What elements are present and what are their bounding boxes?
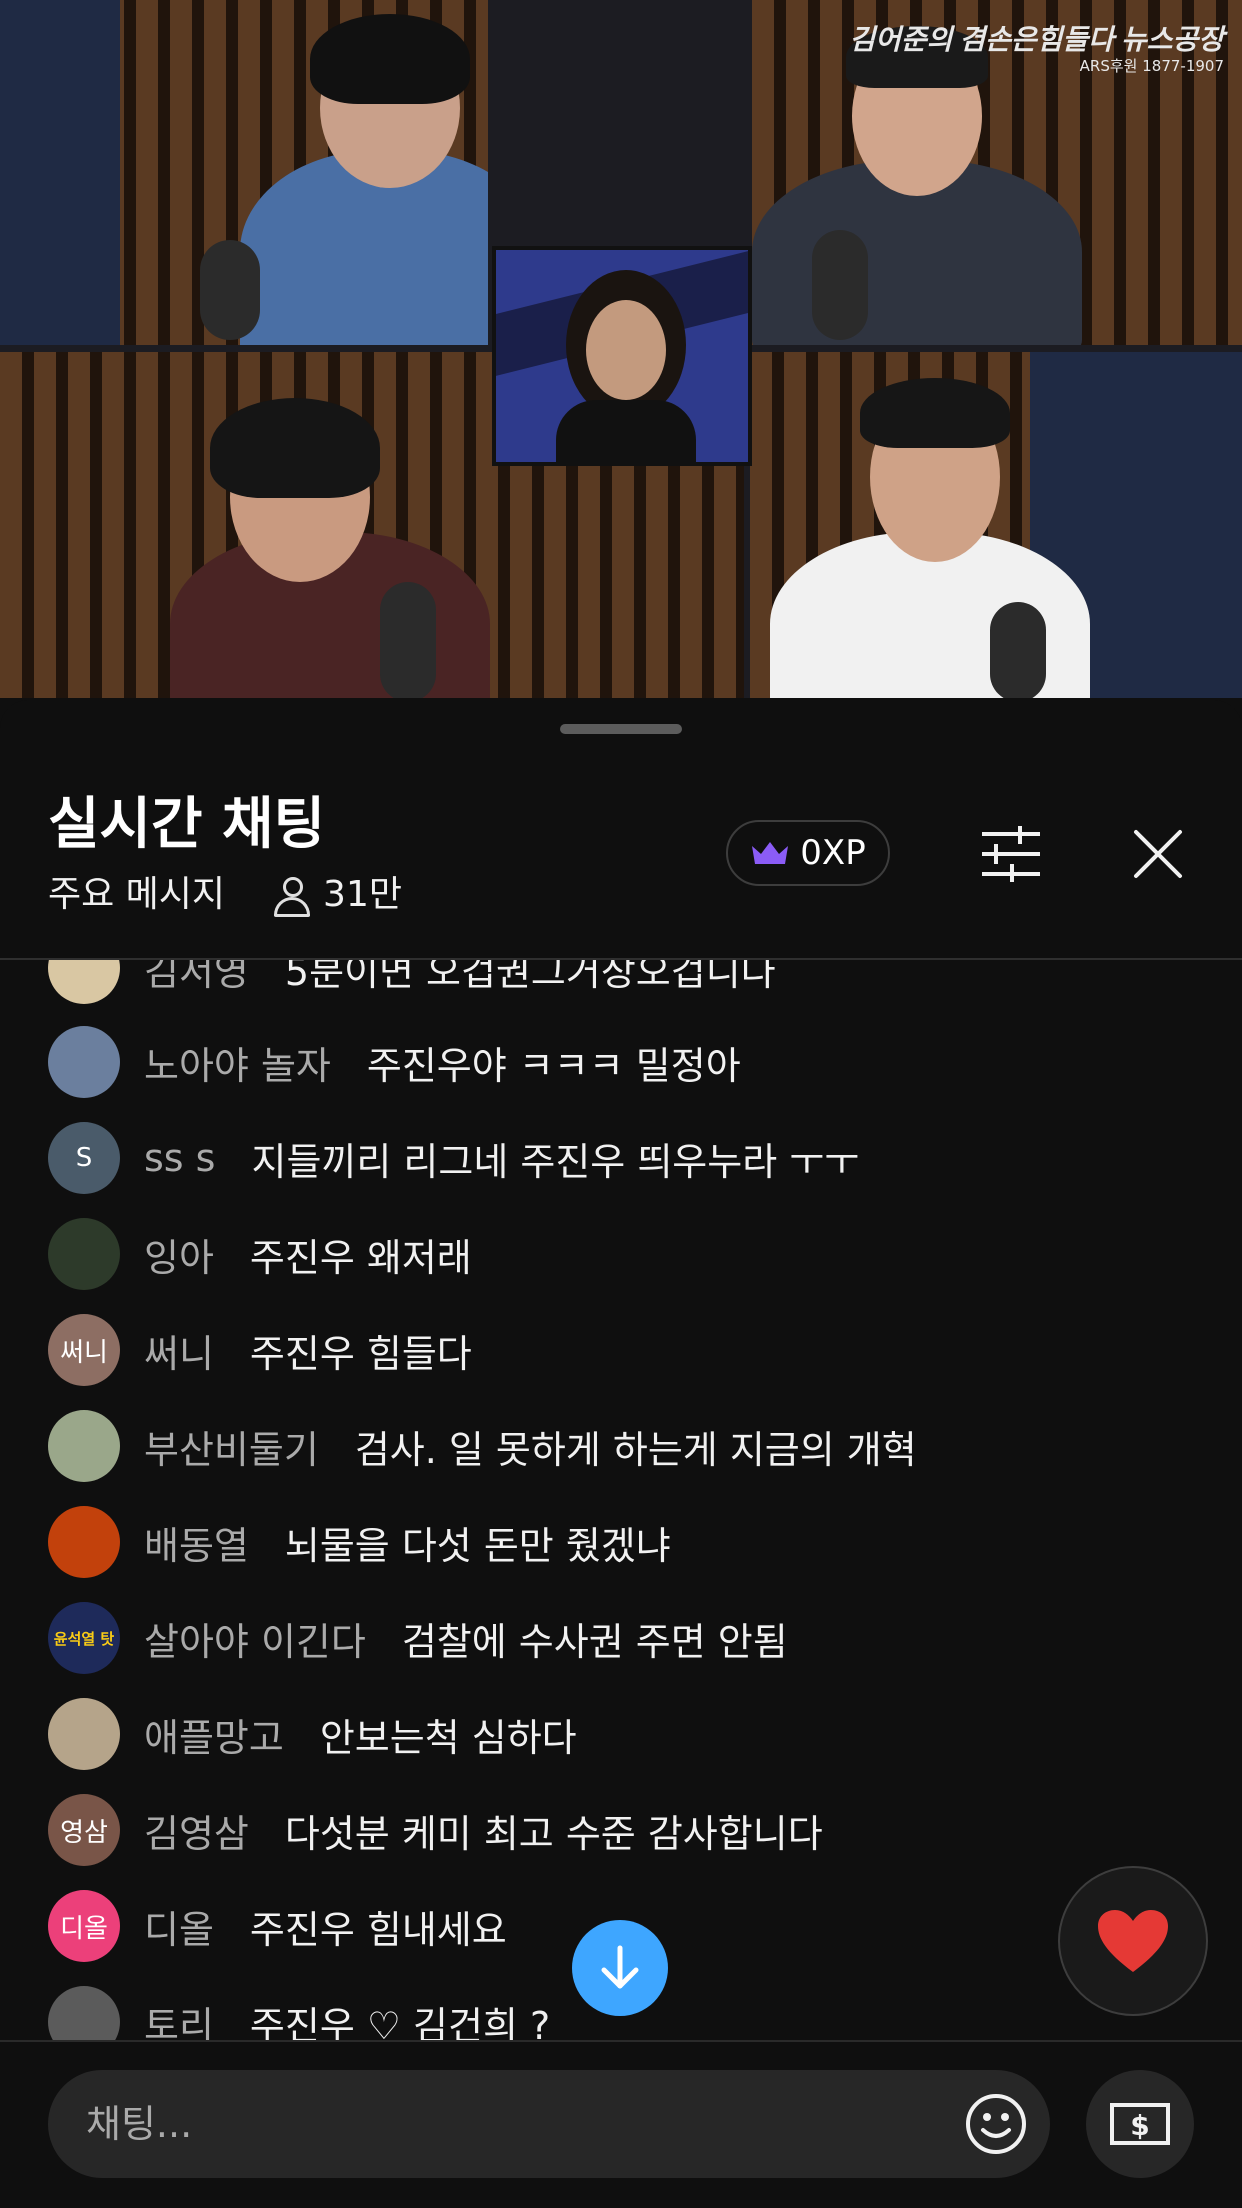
message-author[interactable]: 김영삼	[144, 1803, 249, 1858]
message-text: 안보는척 심하다	[319, 1715, 577, 1760]
video-inset-host	[492, 246, 752, 466]
input-divider	[0, 2040, 1242, 2042]
filter-sliders-icon[interactable]	[982, 826, 1040, 882]
chat-message[interactable]: 배동열 뇌물을 다섯 돈만 줬겠냐	[48, 1506, 671, 1578]
chat-message[interactable]: 써니 써니 주진우 힘들다	[48, 1314, 472, 1386]
chat-message[interactable]: 잉아 주진우 왜저래	[48, 1218, 472, 1290]
message-author[interactable]: 살아야 이긴다	[144, 1611, 366, 1666]
chat-message[interactable]: 영삼 김영삼 다섯분 케미 최고 수준 감사합니다	[48, 1794, 823, 1866]
avatar[interactable]	[48, 1506, 120, 1578]
chat-message[interactable]: 윤석열 탓 살아야 이긴다 검찰에 수사권 주면 안됨	[48, 1602, 788, 1674]
message-author[interactable]: 디올	[144, 1899, 214, 1954]
video-panel-top-left	[0, 0, 488, 345]
close-icon[interactable]	[1130, 826, 1186, 882]
message-text: 다섯분 케미 최고 수준 감사합니다	[284, 1811, 823, 1856]
live-video-player[interactable]: 김어준의 겸손은힘들다 뉴스공장 ARS후원 1877-1907	[0, 0, 1242, 698]
message-text: 검찰에 수사권 주면 안됨	[401, 1619, 788, 1664]
avatar[interactable]: S	[48, 1122, 120, 1194]
chat-input-box[interactable]	[48, 2070, 1050, 2178]
message-text: 검사. 일 못하게 하는게 지금의 개혁	[354, 1427, 917, 1472]
crown-icon	[752, 842, 789, 864]
chat-message[interactable]: 디올 디올 주진우 힘내세요	[48, 1890, 507, 1962]
avatar[interactable]	[48, 1218, 120, 1290]
message-author[interactable]: ss s	[144, 1136, 215, 1180]
chat-message[interactable]: 애플망고 안보는척 심하다	[48, 1698, 577, 1770]
chat-message[interactable]: S ss s 지들끼리 리그네 주진우 띄우누라 ㅜㅜ	[48, 1122, 859, 1194]
super-chat-button[interactable]: $	[1086, 2070, 1194, 2178]
smiley-icon[interactable]	[964, 2092, 1028, 2156]
chat-message[interactable]: 노아야 놀자 주진우야 ㅋㅋㅋ 밀정아	[48, 1026, 741, 1098]
message-author[interactable]: 토리	[144, 1995, 214, 2041]
message-text: 주진우 힘들다	[249, 1331, 472, 1376]
message-text: 주진우 ♡ 김건희 ?	[249, 2003, 551, 2041]
message-text: 5분이면 오겁권그거장오겁니다	[284, 960, 776, 994]
chat-input[interactable]	[84, 2101, 908, 2147]
message-text: 주진우야 ㅋㅋㅋ 밀정아	[366, 1043, 741, 1088]
message-author[interactable]: 써니	[144, 1323, 214, 1378]
avatar[interactable]	[48, 1698, 120, 1770]
chat-message[interactable]: 김서영 5분이면 오겁권그거장오겁니다	[48, 960, 776, 1004]
chat-subheader: 주요 메시지 31만	[48, 872, 402, 918]
message-text: 주진우 왜저래	[249, 1235, 472, 1280]
video-panel-bottom-right	[750, 352, 1242, 698]
chat-message-list[interactable]: 김서영 5분이면 오겁권그거장오겁니다 노아야 놀자 주진우야 ㅋㅋㅋ 밀정아 …	[0, 960, 1242, 2040]
broadcast-logo-phone: ARS후원 1877-1907	[1079, 57, 1224, 75]
avatar[interactable]	[48, 1410, 120, 1482]
chat-mode-selector[interactable]: 주요 메시지	[48, 872, 225, 918]
avatar[interactable]	[48, 960, 120, 1004]
person-icon	[271, 875, 311, 917]
message-author[interactable]: 애플망고	[144, 1707, 284, 1762]
live-chat-sheet: 실시간 채팅 주요 메시지 31만 0XP 김서영 5분이면 오겁권그거장오겁니…	[0, 700, 1242, 2208]
scroll-to-latest-button[interactable]	[572, 1920, 668, 2016]
broadcast-logo: 김어준의 겸손은힘들다 뉴스공장 ARS후원 1877-1907	[849, 26, 1224, 76]
dollar-bill-icon: $	[1110, 2103, 1170, 2145]
arrow-down-icon	[601, 1945, 639, 1989]
avatar[interactable]: 써니	[48, 1314, 120, 1386]
broadcast-logo-title: 김어준의 겸손은힘들다 뉴스공장	[849, 25, 1224, 56]
chat-message[interactable]: 부산비둘기 검사. 일 못하게 하는게 지금의 개혁	[48, 1410, 917, 1482]
avatar[interactable]: 영삼	[48, 1794, 120, 1866]
message-text: 주진우 힘내세요	[249, 1907, 507, 1952]
avatar[interactable]: 윤석열 탓	[48, 1602, 120, 1674]
message-author[interactable]: 부산비둘기	[144, 1419, 319, 1474]
avatar[interactable]: 디올	[48, 1890, 120, 1962]
message-author[interactable]: 노아야 놀자	[144, 1035, 331, 1090]
avatar[interactable]	[48, 1986, 120, 2040]
chat-title: 실시간 채팅	[48, 792, 326, 857]
xp-badge-button[interactable]: 0XP	[726, 820, 890, 886]
heart-icon	[1098, 1910, 1168, 1972]
message-author[interactable]: 배동열	[144, 1515, 249, 1570]
message-text: 지들끼리 리그네 주진우 띄우누라 ㅜㅜ	[251, 1139, 860, 1184]
svg-text:$: $	[1130, 2109, 1149, 2142]
avatar[interactable]	[48, 1026, 120, 1098]
xp-label: 0XP	[800, 833, 866, 873]
viewer-count: 31만	[323, 874, 402, 915]
reaction-heart-button[interactable]	[1058, 1866, 1208, 2016]
message-text: 뇌물을 다섯 돈만 줬겠냐	[284, 1523, 671, 1568]
chat-message[interactable]: 토리 주진우 ♡ 김건희 ?	[48, 1986, 550, 2040]
drag-handle[interactable]	[560, 724, 682, 734]
message-author[interactable]: 김서영	[144, 960, 249, 996]
message-author[interactable]: 잉아	[144, 1227, 214, 1282]
